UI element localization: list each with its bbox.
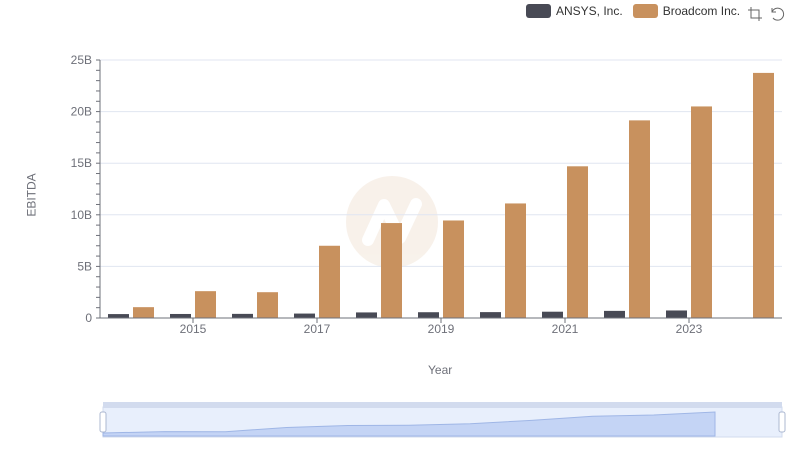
y-tick-label: 0 bbox=[85, 311, 92, 325]
bar-ansys[interactable] bbox=[108, 314, 129, 318]
bar-chart: 0 5B 10B 15B 20B 25B 2015 2017 2019 2021 2023 bbox=[71, 53, 786, 438]
x-axis-title: Year bbox=[428, 363, 453, 377]
bar-broadcom[interactable] bbox=[567, 166, 588, 318]
bar-broadcom[interactable] bbox=[133, 307, 154, 318]
x-tick-label: 2017 bbox=[304, 322, 331, 336]
grid-lines bbox=[100, 59, 782, 267]
x-tick-label: 2015 bbox=[180, 322, 207, 336]
x-tick-label: 2019 bbox=[428, 322, 455, 336]
y-tick-label: 15B bbox=[71, 156, 92, 170]
bar-ansys[interactable] bbox=[170, 313, 191, 318]
slider-top-bar[interactable] bbox=[103, 402, 782, 408]
x-tick-label: 2021 bbox=[552, 322, 579, 336]
bar-broadcom[interactable] bbox=[381, 223, 402, 318]
data-zoom-slider[interactable] bbox=[99, 402, 786, 438]
bar-ansys[interactable] bbox=[542, 311, 563, 318]
bars bbox=[108, 72, 774, 319]
bar-broadcom[interactable] bbox=[629, 120, 650, 318]
y-tick-label: 10B bbox=[71, 208, 92, 222]
bar-ansys[interactable] bbox=[604, 310, 625, 318]
y-axis-title: EBITDA bbox=[24, 173, 39, 217]
bar-ansys[interactable] bbox=[480, 312, 501, 318]
bar-ansys[interactable] bbox=[232, 313, 253, 318]
y-tick-label: 5B bbox=[77, 259, 92, 273]
y-tick-label: 25B bbox=[71, 53, 92, 67]
bar-ansys[interactable] bbox=[666, 310, 687, 318]
bar-ansys[interactable] bbox=[418, 312, 439, 318]
y-tick-label: 20B bbox=[71, 105, 92, 119]
slider-left-handle[interactable] bbox=[99, 411, 107, 433]
bar-broadcom[interactable] bbox=[691, 106, 712, 318]
bar-broadcom[interactable] bbox=[505, 203, 526, 318]
slider-right-handle[interactable] bbox=[778, 411, 786, 433]
bar-ansys[interactable] bbox=[356, 312, 377, 318]
bar-broadcom[interactable] bbox=[319, 245, 340, 318]
bar-broadcom[interactable] bbox=[195, 291, 216, 318]
bar-broadcom[interactable] bbox=[257, 292, 278, 318]
bar-broadcom[interactable] bbox=[443, 220, 464, 318]
bar-broadcom[interactable] bbox=[753, 72, 774, 319]
x-tick-label: 2023 bbox=[676, 322, 703, 336]
bar-ansys[interactable] bbox=[294, 313, 315, 318]
